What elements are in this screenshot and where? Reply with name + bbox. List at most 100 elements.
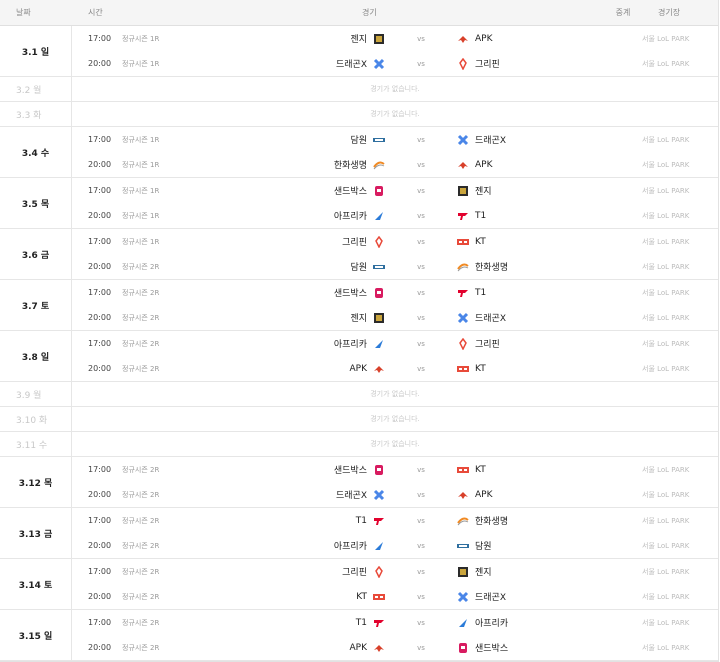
away-team-name[interactable]: 샌드박스 [475, 641, 605, 654]
home-team-name[interactable]: 그리핀 [242, 235, 367, 248]
match-row[interactable]: 17:00 정규시즌 1R 젠지 vs APK 서울 LoL PARK [72, 26, 718, 51]
match-stage: 정규시즌 1R [122, 160, 160, 169]
match-row[interactable]: 17:00 정규시즌 2R 그리핀 vs 젠지 서울 LoL PARK [72, 559, 718, 584]
home-team-name[interactable]: 담원 [242, 133, 367, 146]
match-venue: 서울 LoL PARK [642, 160, 690, 169]
match-row[interactable]: 20:00 정규시즌 2R 드래곤X vs APK 서울 LoL PARK [72, 482, 718, 507]
match-row[interactable]: 20:00 정규시즌 2R KT vs 드래곤X 서울 LoL PARK [72, 584, 718, 609]
dragonx-logo-icon [373, 58, 385, 70]
match-row[interactable]: 20:00 정규시즌 1R 한화생명 vs APK 서울 LoL PARK [72, 152, 718, 177]
day-date: 3.4 수 [0, 127, 72, 177]
match-row[interactable]: 20:00 정규시즌 2R 아프리카 vs 담원 서울 LoL PARK [72, 533, 718, 558]
day-date: 3.12 목 [0, 457, 72, 507]
match-row[interactable]: 17:00 정규시즌 1R 샌드박스 vs 젠지 서울 LoL PARK [72, 178, 718, 203]
away-team-name[interactable]: T1 [475, 288, 605, 298]
match-row[interactable]: 17:00 정규시즌 2R 샌드박스 vs KT 서울 LoL PARK [72, 457, 718, 482]
away-team-name[interactable]: KT [475, 237, 605, 247]
away-team-name[interactable]: 한화생명 [475, 260, 605, 273]
day-date: 3.11 수 [0, 432, 72, 456]
match-row[interactable]: 17:00 정규시즌 1R 담원 vs 드래곤X 서울 LoL PARK [72, 127, 718, 152]
no-match-message: 경기가 없습니다. [370, 110, 420, 118]
home-team-name[interactable]: 담원 [242, 260, 367, 273]
kt-rolster-logo-icon [457, 363, 469, 375]
match-stage: 정규시즌 1R [122, 59, 160, 68]
hanwha-life-logo-icon [373, 159, 385, 171]
match-time: 20:00 [88, 490, 112, 499]
match-row[interactable]: 20:00 정규시즌 2R 담원 vs 한화생명 서울 LoL PARK [72, 254, 718, 279]
day-date: 3.8 일 [0, 331, 72, 381]
match-row[interactable]: 17:00 정규시즌 2R 아프리카 vs 그리핀 서울 LoL PARK [72, 331, 718, 356]
damwon-logo-icon [457, 540, 469, 552]
match-stage: 정규시즌 2R [122, 364, 160, 373]
header-match: 경기 [362, 8, 377, 17]
match-stage: 정규시즌 2R [122, 567, 160, 576]
home-team-name[interactable]: 드래곤X [242, 488, 367, 501]
apk-prince-logo-icon [457, 33, 469, 45]
match-time: 17:00 [88, 34, 112, 43]
schedule-body: 3.1 일 17:00 정규시즌 1R 젠지 vs APK 서울 LoL PARK 20:00… [0, 26, 718, 661]
home-team-name[interactable]: 샌드박스 [242, 286, 367, 299]
kt-rolster-logo-icon [373, 591, 385, 603]
away-team-name[interactable]: 젠지 [475, 565, 605, 578]
home-team-name[interactable]: 한화생명 [242, 158, 367, 171]
away-team-name[interactable]: KT [475, 364, 605, 374]
dragonx-logo-icon [457, 134, 469, 146]
home-team-name[interactable]: 아프리카 [242, 337, 367, 350]
griffin-logo-icon [457, 337, 469, 350]
home-team-name[interactable]: 아프리카 [242, 209, 367, 222]
day-date: 3.1 일 [0, 26, 72, 76]
away-team-name[interactable]: 아프리카 [475, 616, 605, 629]
match-row[interactable]: 20:00 정규시즌 1R 드래곤X vs 그리핀 서울 LoL PARK [72, 51, 718, 76]
vs-label: vs [417, 160, 425, 169]
match-stage: 정규시즌 2R [122, 465, 160, 474]
match-row[interactable]: 20:00 정규시즌 2R APK vs 샌드박스 서울 LoL PARK [72, 635, 718, 660]
home-team-name[interactable]: 드래곤X [242, 57, 367, 70]
away-team-name[interactable]: T1 [475, 211, 605, 221]
match-row[interactable]: 20:00 정규시즌 2R 젠지 vs 드래곤X 서울 LoL PARK [72, 305, 718, 330]
match-time: 20:00 [88, 313, 112, 322]
away-team-name[interactable]: 드래곤X [475, 133, 605, 146]
home-team-name[interactable]: APK [242, 364, 368, 374]
away-team-name[interactable]: 담원 [475, 539, 605, 552]
home-team-name[interactable]: KT [242, 592, 367, 602]
match-row[interactable]: 17:00 정규시즌 2R T1 vs 아프리카 서울 LoL PARK [72, 610, 718, 635]
vs-label: vs [417, 339, 425, 348]
away-team-name[interactable]: 그리핀 [475, 337, 605, 350]
away-team-name[interactable]: 드래곤X [475, 311, 605, 324]
t1-logo-icon [457, 287, 469, 299]
day-group: 3.5 목 17:00 정규시즌 1R 샌드박스 vs 젠지 서울 LoL PARK 20:0… [0, 178, 718, 229]
vs-label: vs [417, 135, 425, 144]
home-team-name[interactable]: APK [242, 643, 368, 653]
match-row[interactable]: 17:00 정규시즌 1R 그리핀 vs KT 서울 LoL PARK [72, 229, 718, 254]
away-team-name[interactable]: APK [475, 34, 605, 44]
match-venue: 서울 LoL PARK [642, 541, 690, 550]
away-team-name[interactable]: APK [475, 160, 605, 170]
match-row[interactable]: 20:00 정규시즌 2R APK vs KT 서울 LoL PARK [72, 356, 718, 381]
home-team-name[interactable]: 샌드박스 [242, 184, 367, 197]
match-stage: 정규시즌 1R [122, 135, 160, 144]
away-team-name[interactable]: 그리핀 [475, 57, 605, 70]
match-row[interactable]: 20:00 정규시즌 1R 아프리카 vs T1 서울 LoL PARK [72, 203, 718, 228]
away-team-name[interactable]: 젠지 [475, 184, 605, 197]
match-row[interactable]: 17:00 정규시즌 2R 샌드박스 vs T1 서울 LoL PARK [72, 280, 718, 305]
home-team-name[interactable]: 샌드박스 [242, 463, 367, 476]
home-team-name[interactable]: 그리핀 [242, 565, 367, 578]
match-time: 17:00 [88, 135, 112, 144]
away-team-name[interactable]: 드래곤X [475, 590, 605, 603]
match-venue: 서울 LoL PARK [642, 339, 690, 348]
match-stage: 정규시즌 2R [122, 313, 160, 322]
home-team-name[interactable]: T1 [242, 516, 367, 526]
match-venue: 서울 LoL PARK [642, 135, 690, 144]
match-row[interactable]: 17:00 정규시즌 2R T1 vs 한화생명 서울 LoL PARK [72, 508, 718, 533]
griffin-logo-icon [373, 565, 385, 578]
away-team-name[interactable]: KT [475, 465, 605, 475]
day-group: 3.2 월 경기가 없습니다. [0, 77, 718, 102]
home-team-name[interactable]: 아프리카 [242, 539, 367, 552]
home-team-name[interactable]: T1 [242, 618, 367, 628]
match-time: 17:00 [88, 288, 112, 297]
away-team-name[interactable]: 한화생명 [475, 514, 605, 527]
vs-label: vs [417, 516, 425, 525]
away-team-name[interactable]: APK [475, 490, 605, 500]
home-team-name[interactable]: 젠지 [242, 32, 367, 45]
home-team-name[interactable]: 젠지 [242, 311, 367, 324]
